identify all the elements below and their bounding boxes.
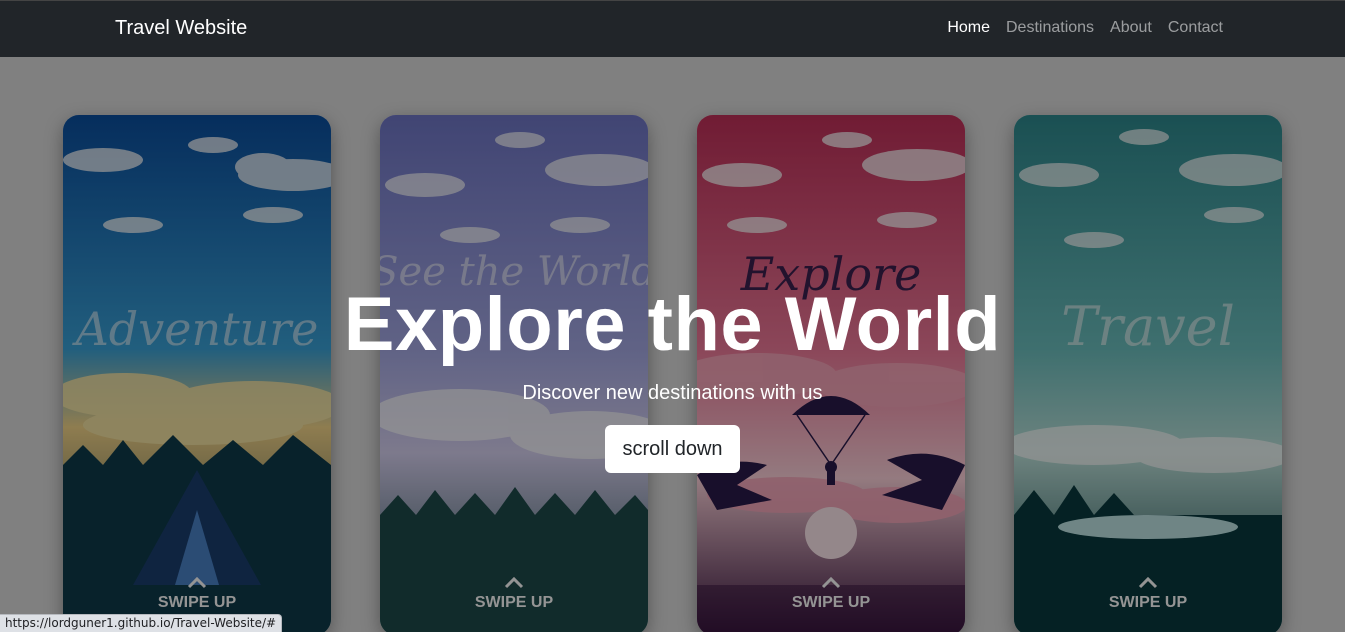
hero-section: Adventure SWIPE UP See the World SWIPE U… <box>0 57 1345 632</box>
hero-title: Explore the World <box>343 282 1002 367</box>
scroll-down-button[interactable]: scroll down <box>605 425 740 473</box>
nav-link-destinations[interactable]: Destinations <box>1006 19 1094 37</box>
travel-card-travel: Travel SWIPE UP <box>1014 115 1282 632</box>
nav-link-home[interactable]: Home <box>947 19 990 37</box>
travel-card-see-the-world: See the World SWIPE UP <box>380 115 648 632</box>
status-bar-url: https://lordguner1.github.io/Travel-Webs… <box>0 614 283 632</box>
travel-card-explore: Explore SWIPE UP <box>697 115 965 632</box>
travel-card-adventure: Adventure SWIPE UP <box>63 115 331 632</box>
nav-link-contact[interactable]: Contact <box>1168 19 1223 37</box>
nav-links: Home Destinations About Contact <box>947 19 1223 37</box>
navbar: Travel Website Home Destinations About C… <box>0 0 1345 57</box>
hero-subtitle: Discover new destinations with us <box>522 382 823 404</box>
brand-title[interactable]: Travel Website <box>115 17 247 40</box>
nav-link-about[interactable]: About <box>1110 19 1152 37</box>
